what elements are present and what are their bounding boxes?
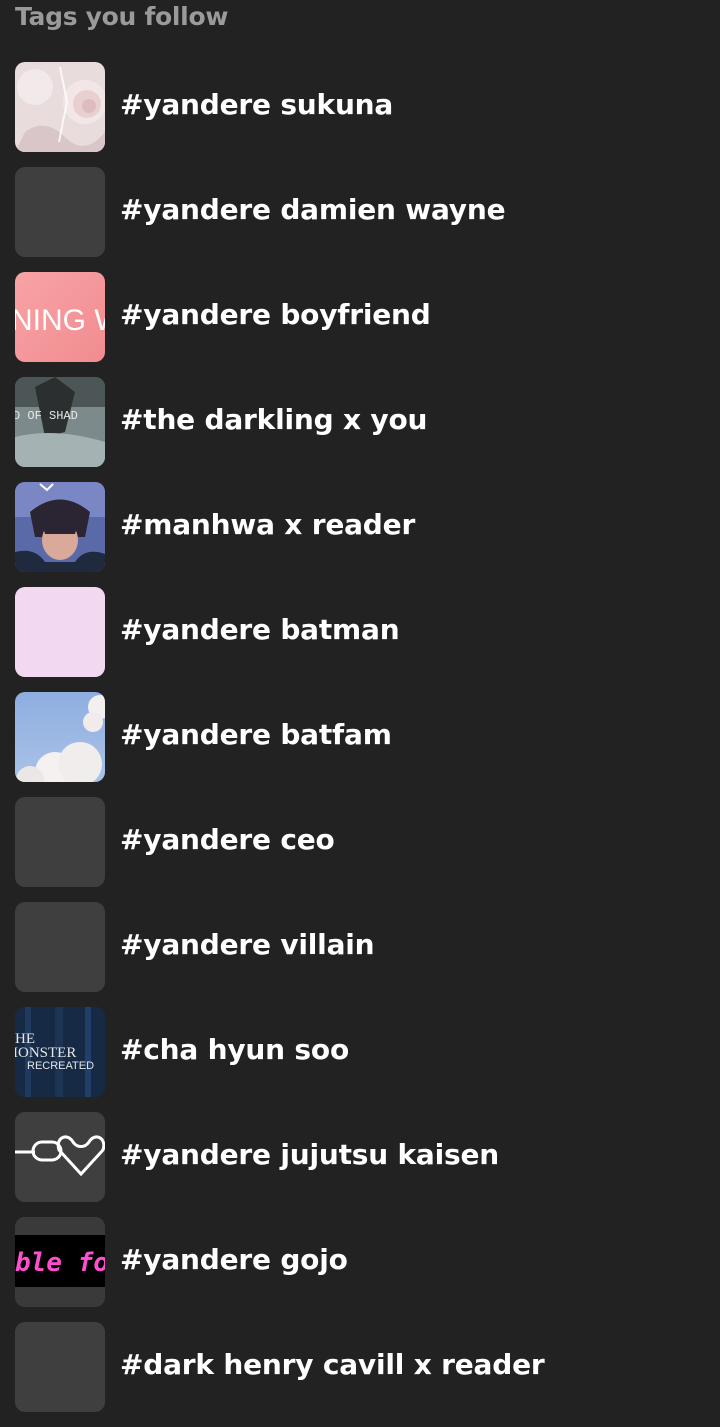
tag-thumbnail: D OF SHAD (15, 377, 105, 467)
tag-thumbnail (15, 482, 105, 572)
tag-thumbnail-placeholder (15, 902, 105, 992)
tag-thumbnail: ble fo (15, 1217, 105, 1307)
thumb-text: RECREATED (27, 1060, 94, 1072)
rose-photo-image (15, 62, 105, 152)
tag-row[interactable]: #yandere sukuna (0, 62, 720, 167)
manhwa-art-image (15, 482, 105, 572)
tag-label: #cha hyun soo (120, 1033, 349, 1066)
chain-heart-icon (15, 1112, 105, 1202)
tag-label: #yandere ceo (120, 823, 335, 856)
tag-label: #yandere boyfriend (120, 298, 431, 331)
thumb-text: D OF SHAD (15, 409, 78, 423)
neon-text-image: ble fo (15, 1217, 105, 1307)
tag-label: #yandere sukuna (120, 88, 394, 121)
tag-row[interactable]: #yandere jujutsu kaisen (0, 1112, 720, 1217)
tag-row[interactable]: #yandere ceo (0, 797, 720, 902)
pink-banner-image: NING W (15, 272, 105, 362)
tag-label: #yandere gojo (120, 1243, 348, 1276)
tag-row[interactable]: #yandere villain (0, 902, 720, 1007)
dark-figure-image: D OF SHAD (15, 377, 105, 467)
tag-label: #yandere batfam (120, 718, 392, 751)
tag-row[interactable]: #yandere batfam (0, 692, 720, 797)
thumb-text: NING W (15, 304, 105, 337)
thumb-text: ble fo (15, 1248, 105, 1278)
sky-clouds-image (15, 692, 105, 782)
tag-row[interactable]: #dark henry cavill x reader (0, 1322, 720, 1427)
tag-thumbnail (15, 1112, 105, 1202)
tag-label: #yandere damien wayne (120, 193, 506, 226)
section-header: Tags you follow (15, 2, 229, 31)
tag-row[interactable]: #yandere batman (0, 587, 720, 692)
tag-label: #yandere jujutsu kaisen (120, 1138, 500, 1171)
tag-label: #yandere batman (120, 613, 400, 646)
tag-thumbnail-placeholder (15, 1322, 105, 1412)
tag-thumbnail-placeholder (15, 167, 105, 257)
followed-tags-list: #yandere sukuna #yandere damien wayne NI… (0, 62, 720, 1427)
tag-label: #yandere villain (120, 928, 375, 961)
tag-row[interactable]: #manhwa x reader (0, 482, 720, 587)
tag-thumbnail: NING W (15, 272, 105, 362)
tag-thumbnail (15, 587, 105, 677)
tag-row[interactable]: HE IONSTER RECREATED #cha hyun soo (0, 1007, 720, 1112)
tag-label: #dark henry cavill x reader (120, 1348, 545, 1381)
tag-thumbnail (15, 62, 105, 152)
tag-row[interactable]: NING W #yandere boyfriend (0, 272, 720, 377)
tag-row[interactable]: ble fo #yandere gojo (0, 1217, 720, 1322)
tag-label: #the darkling x you (120, 403, 428, 436)
tag-row[interactable]: D OF SHAD #the darkling x you (0, 377, 720, 482)
thumb-text: IONSTER (15, 1045, 76, 1061)
tag-thumbnail-placeholder (15, 797, 105, 887)
tag-row[interactable]: #yandere damien wayne (0, 167, 720, 272)
tag-thumbnail (15, 692, 105, 782)
tag-thumbnail: HE IONSTER RECREATED (15, 1007, 105, 1097)
monster-cover-image: HE IONSTER RECREATED (15, 1007, 105, 1097)
tag-label: #manhwa x reader (120, 508, 416, 541)
